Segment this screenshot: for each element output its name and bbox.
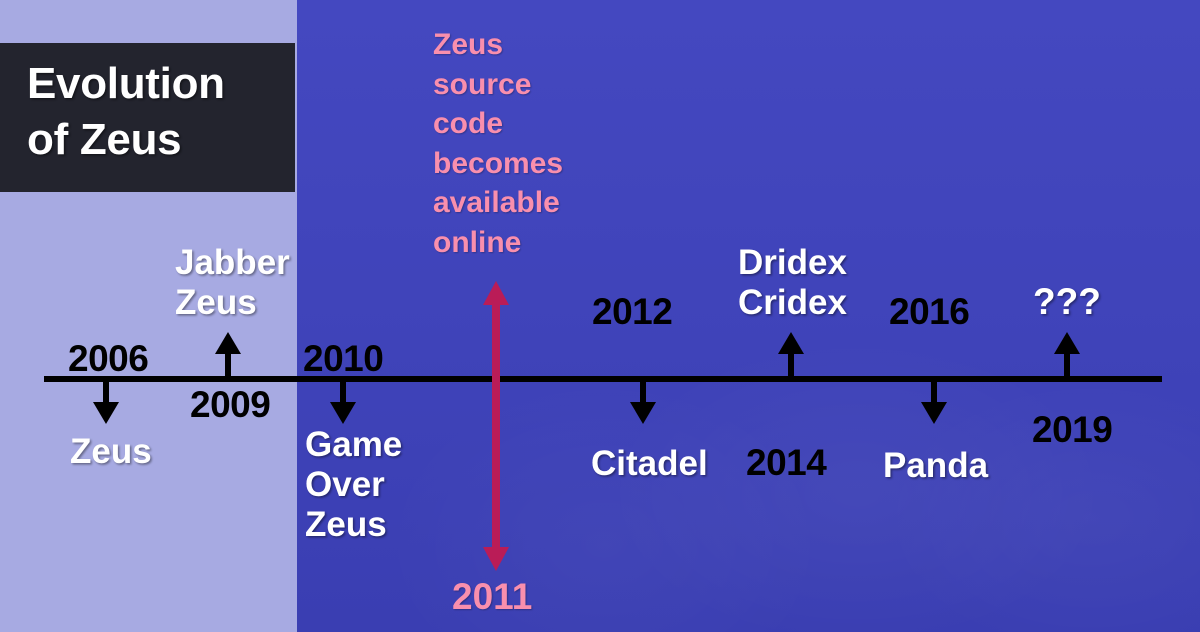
- year-label-2006: 2006: [68, 338, 149, 379]
- connector-arrow-2016: [921, 382, 947, 424]
- event-label-panda: Panda: [883, 446, 989, 485]
- connector-arrow-2009: [215, 332, 241, 378]
- connector-arrow-2010: [330, 382, 356, 424]
- event-label-citadel: Citadel: [591, 444, 708, 483]
- connector-arrow-2006: [93, 382, 119, 424]
- year-label-2009: 2009: [190, 384, 271, 425]
- year-label-2016: 2016: [889, 291, 970, 332]
- event-label-unknown: ???: [1033, 281, 1101, 322]
- connector-arrow-2014: [778, 332, 804, 378]
- connector-arrow-2019: [1054, 332, 1080, 378]
- event-label-zeus: Zeus: [70, 432, 152, 471]
- connector-arrow-2012: [630, 382, 656, 424]
- timeline-axis: [44, 376, 1162, 382]
- event-label-jabber-zeus: Jabber Zeus: [175, 243, 290, 322]
- year-label-2019: 2019: [1032, 409, 1113, 450]
- annotation-source-code-note: Zeus source code becomes available onlin…: [433, 28, 564, 259]
- year-label-2014: 2014: [746, 442, 827, 483]
- evolution-of-zeus-timeline: Evolution of Zeus 2006 Zeus Jabber Zeus …: [0, 0, 1200, 632]
- annotation-year-2011: 2011: [452, 576, 533, 617]
- year-label-2012: 2012: [592, 291, 673, 332]
- page-title: Evolution of Zeus: [27, 59, 225, 165]
- double-headed-arrow-2011: [483, 281, 509, 571]
- title-block: Evolution of Zeus: [0, 43, 295, 192]
- event-label-dridex-cridex: Dridex Cridex: [738, 243, 847, 322]
- year-label-2010: 2010: [303, 338, 384, 379]
- event-label-game-over-zeus: Game Over Zeus: [305, 425, 403, 544]
